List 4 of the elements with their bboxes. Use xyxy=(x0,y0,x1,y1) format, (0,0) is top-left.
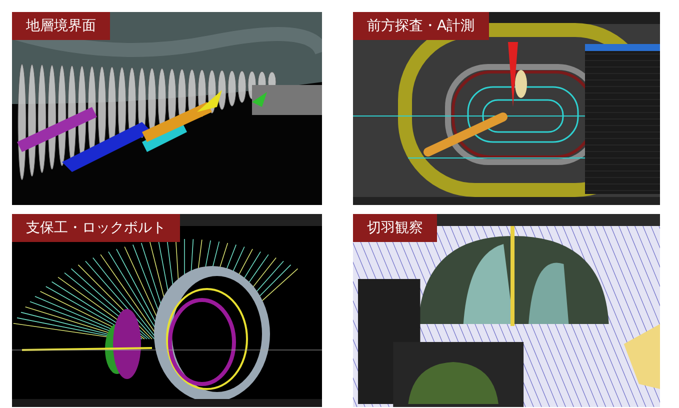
panel-title: 前方探査・A計測 xyxy=(353,12,489,40)
panel-title: 地層境界面 xyxy=(12,12,110,40)
panel-title: 支保工・ロックボルト xyxy=(12,214,180,242)
panel-title: 切羽観察 xyxy=(353,214,437,242)
